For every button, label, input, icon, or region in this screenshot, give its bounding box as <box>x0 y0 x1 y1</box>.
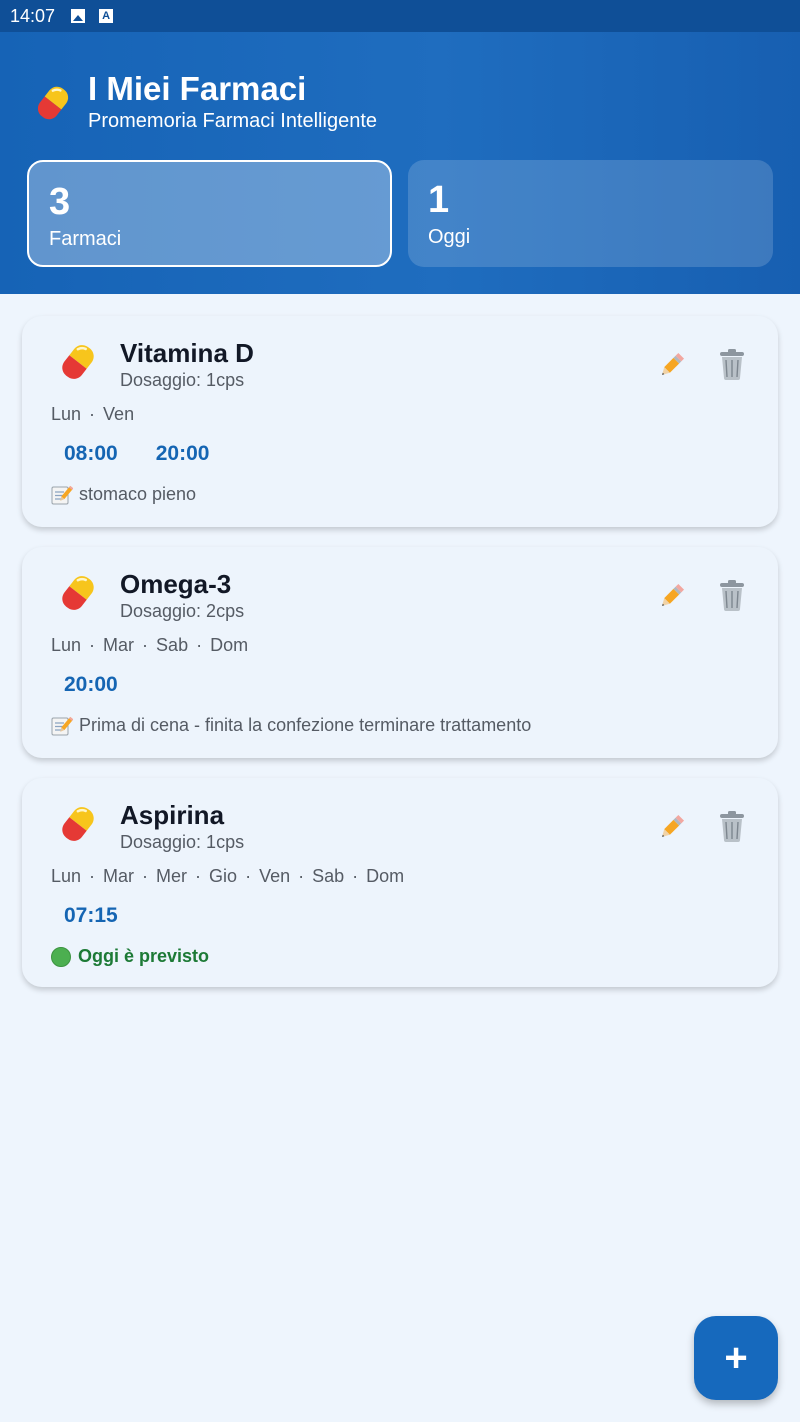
status-text: Oggi è previsto <box>78 946 210 966</box>
medication-dose: Dosaggio: 1cps <box>120 370 245 390</box>
pill-icon <box>52 567 104 619</box>
medication-name: Aspirina <box>120 800 225 830</box>
status-bar: 14:07 A <box>0 0 800 32</box>
pill-icon <box>52 336 104 388</box>
app-subtitle: Promemoria Farmaci Intelligente <box>88 110 377 132</box>
add-medication-button[interactable]: + <box>694 1316 778 1400</box>
day-label: Lun <box>51 866 82 886</box>
day-label: Ven <box>259 866 291 886</box>
day-label: Dom <box>210 635 249 655</box>
day-label: Dom <box>366 866 405 886</box>
a-icon: A <box>99 9 114 23</box>
stat-value: 1 <box>428 179 450 221</box>
status-time: 14:07 <box>10 5 56 26</box>
day-label: Lun <box>51 635 82 655</box>
medication-days: Lun · Mar · Sab · Dom <box>51 635 249 655</box>
day-label: Mar <box>103 635 135 655</box>
pill-icon <box>52 798 104 850</box>
pencil-icon[interactable] <box>656 349 688 381</box>
medication-times: 08:00 20:00 <box>64 442 247 466</box>
app-header: I Miei Farmaci Promemoria Farmaci Intell… <box>0 32 800 294</box>
pencil-icon[interactable] <box>656 811 688 843</box>
medication-dose: Dosaggio: 1cps <box>120 832 245 852</box>
app-title: I Miei Farmaci <box>88 70 307 107</box>
day-label: Sab <box>156 635 189 655</box>
trash-icon[interactable] <box>716 578 748 612</box>
note-text: Prima di cena - finita la confezione ter… <box>79 715 532 735</box>
medication-name: Vitamina D <box>120 338 254 368</box>
day-label: Gio <box>209 866 238 886</box>
medication-note: Prima di cena - finita la confezione ter… <box>51 715 531 736</box>
pencil-icon[interactable] <box>656 580 688 612</box>
medication-times: 07:15 <box>64 904 156 928</box>
medication-card[interactable]: Omega-3 Dosaggio: 2cps Lun · Mar · Sab · Dom 2… <box>22 547 778 758</box>
stat-card-farmaci[interactable]: 3 Farmaci <box>27 160 392 267</box>
medication-days: Lun · Ven <box>51 404 135 424</box>
stat-value: 3 <box>49 181 71 223</box>
day-label: Ven <box>103 404 135 424</box>
medication-card[interactable]: Aspirina Dosaggio: 1cps Lun · Mar · Mer · Gio ·… <box>22 778 778 987</box>
medication-days: Lun · Mar · Mer · Gio · Ven · Sab · Dom <box>51 866 405 886</box>
medication-note: stomaco pieno <box>51 484 196 505</box>
image-icon <box>71 9 86 23</box>
day-label: Lun <box>51 404 82 424</box>
time-label: 20:00 <box>155 442 210 465</box>
pill-icon <box>28 78 78 128</box>
time-label: 08:00 <box>64 442 118 465</box>
note-text: stomaco pieno <box>79 484 197 504</box>
trash-icon[interactable] <box>716 347 748 381</box>
stat-label: Oggi <box>428 226 471 248</box>
time-label: 07:15 <box>64 904 118 927</box>
status-note: Oggi è previsto <box>51 946 209 967</box>
memo-icon <box>51 485 73 505</box>
day-label: Mer <box>156 866 188 886</box>
medication-card[interactable]: Vitamina D Dosaggio: 1cps Lun · Ven 08:00 … <box>22 316 778 527</box>
medication-times: 20:00 <box>64 673 156 697</box>
day-label: Mar <box>103 866 135 886</box>
medication-name: Omega-3 <box>120 569 232 599</box>
memo-icon <box>51 716 73 736</box>
medication-dose: Dosaggio: 2cps <box>120 601 245 621</box>
stat-label: Farmaci <box>49 228 122 250</box>
green-dot-icon <box>51 946 71 967</box>
day-label: Sab <box>312 866 345 886</box>
time-label: 20:00 <box>64 673 118 696</box>
stat-card-oggi[interactable]: 1 Oggi <box>408 160 773 267</box>
trash-icon[interactable] <box>716 809 748 843</box>
